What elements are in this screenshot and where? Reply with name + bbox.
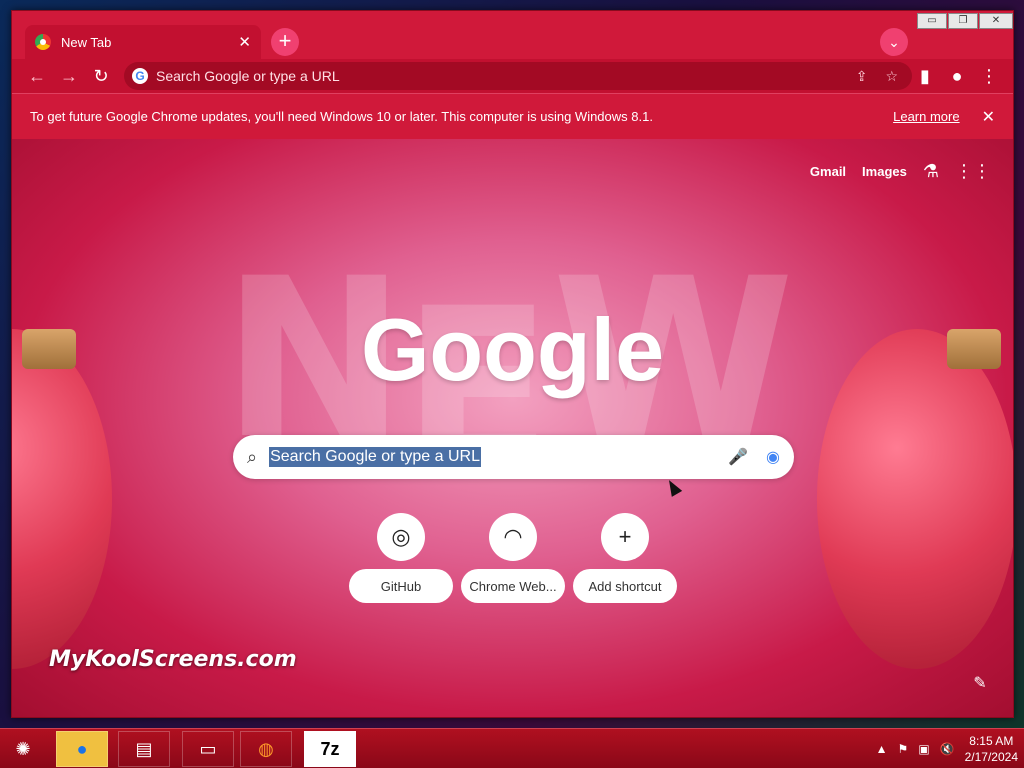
minimize-button[interactable]: ▭ [917,13,947,29]
images-link[interactable]: Images [862,164,907,179]
taskbar-explorer-icon[interactable]: ▭ [182,731,234,767]
volume-muted-icon[interactable]: 🔇 [940,742,955,756]
address-bar-placeholder: Search Google or type a URL [156,68,340,84]
reload-icon[interactable]: ↻ [90,65,112,87]
taskbar-chrome-icon[interactable]: ● [56,731,108,767]
tab-search-button[interactable]: ⌄ [880,28,908,56]
new-tab-page: N E W Gmail Images ⚗ ⋮⋮ Google ⌕ Search … [12,139,1013,717]
taskbar-7zip-icon[interactable]: 7z [304,731,356,767]
customize-pencil-icon[interactable]: ✎ [969,673,991,695]
infobar-message: To get future Google Chrome updates, you… [30,109,653,124]
shortcut-label: Chrome Web... [461,569,565,603]
maximize-button[interactable]: ❐ [948,13,978,29]
browser-toolbar: ← → ↻ G Search Google or type a URL ⇪ ☆ … [12,59,1013,93]
shortcut-chrome-web-store[interactable]: ◠ Chrome Web... [461,511,565,607]
windows-taskbar: ✺ ● ▤ ▭ ◍ 7z ▲ ⚑ ▣ 🔇 8:15 AM 2/17/2024 [0,728,1024,768]
ntp-top-links: Gmail Images ⚗ ⋮⋮ [810,161,991,182]
github-icon: ◎ [377,513,425,561]
system-tray: ▲ ⚑ ▣ 🔇 8:15 AM 2/17/2024 [876,733,1018,765]
tab-title: New Tab [61,34,112,50]
side-panel-icon[interactable]: ▮ [914,65,936,87]
title-bar: ▭ ❐ ✕ New Tab ✕ + ⌄ [12,11,1013,59]
update-infobar: To get future Google Chrome updates, you… [12,93,1013,139]
ntp-search-box[interactable]: ⌕ Search Google or type a URL 🎤 ◉ [233,435,794,479]
clock[interactable]: 8:15 AM 2/17/2024 [965,733,1018,765]
action-center-flag-icon[interactable]: ⚑ [898,742,909,756]
labs-flask-icon[interactable]: ⚗ [923,161,939,182]
profile-avatar-icon[interactable]: ● [946,65,968,87]
shortcut-add[interactable]: + Add shortcut [573,511,677,607]
shortcut-github[interactable]: ◎ GitHub [349,511,453,607]
gmail-link[interactable]: Gmail [810,164,846,179]
search-input[interactable]: Search Google or type a URL [269,447,481,467]
tab-close-icon[interactable]: ✕ [238,33,251,51]
network-icon[interactable]: ▣ [918,742,929,756]
voice-search-icon[interactable]: 🎤 [728,447,748,467]
google-lens-icon[interactable]: ◉ [766,447,780,467]
back-icon[interactable]: ← [26,65,48,87]
plus-icon: + [601,513,649,561]
new-tab-button[interactable]: + [271,28,299,56]
watermark-text: MyKoolScreens.com [49,647,297,672]
shortcut-label: Add shortcut [573,569,677,603]
google-logo: Google [360,300,665,399]
clock-date: 2/17/2024 [964,750,1018,764]
shortcuts-row: ◎ GitHub ◠ Chrome Web... + Add shortcut [349,511,677,607]
close-window-button[interactable]: ✕ [979,13,1013,29]
clock-time: 8:15 AM [969,734,1014,748]
forward-icon[interactable]: → [58,65,80,87]
shortcut-label: GitHub [349,569,453,603]
menu-icon[interactable]: ⋮ [978,65,1000,87]
chrome-icon [35,34,51,50]
google-apps-icon[interactable]: ⋮⋮ [955,161,991,182]
address-bar[interactable]: G Search Google or type a URL ⇪ ☆ [124,62,912,90]
share-icon[interactable]: ⇪ [856,68,868,85]
chrome-window: ▭ ❐ ✕ New Tab ✕ + ⌄ ← → ↻ G Search Googl… [11,10,1014,718]
chrome-web-store-icon: ◠ [489,513,537,561]
search-icon: ⌕ [247,446,258,467]
taskbar-firefox-icon[interactable]: ◍ [240,731,292,767]
google-icon: G [132,68,148,84]
tray-expand-icon[interactable]: ▲ [876,742,888,756]
tab-new-tab[interactable]: New Tab ✕ [25,25,261,59]
infobar-close-icon[interactable]: ✕ [982,107,995,127]
bookmark-star-icon[interactable]: ☆ [885,68,898,85]
taskbar-notepad-icon[interactable]: ▤ [118,731,170,767]
start-orb-icon[interactable]: ✺ [0,731,46,767]
learn-more-link[interactable]: Learn more [893,109,959,124]
